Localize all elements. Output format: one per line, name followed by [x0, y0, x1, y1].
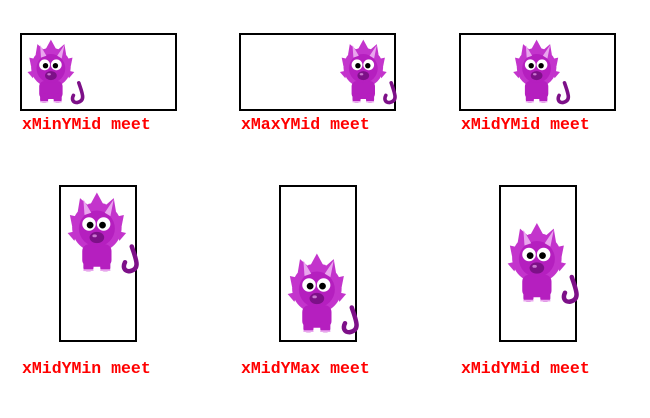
panel-xMidYMid-tall: xMidYMid meet — [461, 185, 590, 378]
panel-caption: xMidYMid meet — [461, 115, 590, 134]
panel-xMinYMid: xMinYMid meet — [20, 33, 177, 134]
panel-caption: xMidYMax meet — [241, 359, 370, 378]
panel-xMidYMid-wide: xMidYMid meet — [459, 33, 616, 134]
panel-caption: xMidYMin meet — [22, 359, 151, 378]
panel-xMidYMin: xMidYMin meet — [22, 185, 151, 378]
panel-caption: xMidYMid meet — [461, 359, 590, 378]
panel-xMaxYMid: xMaxYMid meet — [239, 33, 397, 134]
panel-caption: xMaxYMid meet — [241, 115, 370, 134]
alignment-diagram: xMinYMid meet xMaxYMid meet xMidYMid meet x… — [20, 33, 616, 378]
panel-caption: xMinYMid meet — [22, 115, 151, 134]
panel-xMidYMax: xMidYMax meet — [241, 185, 370, 378]
